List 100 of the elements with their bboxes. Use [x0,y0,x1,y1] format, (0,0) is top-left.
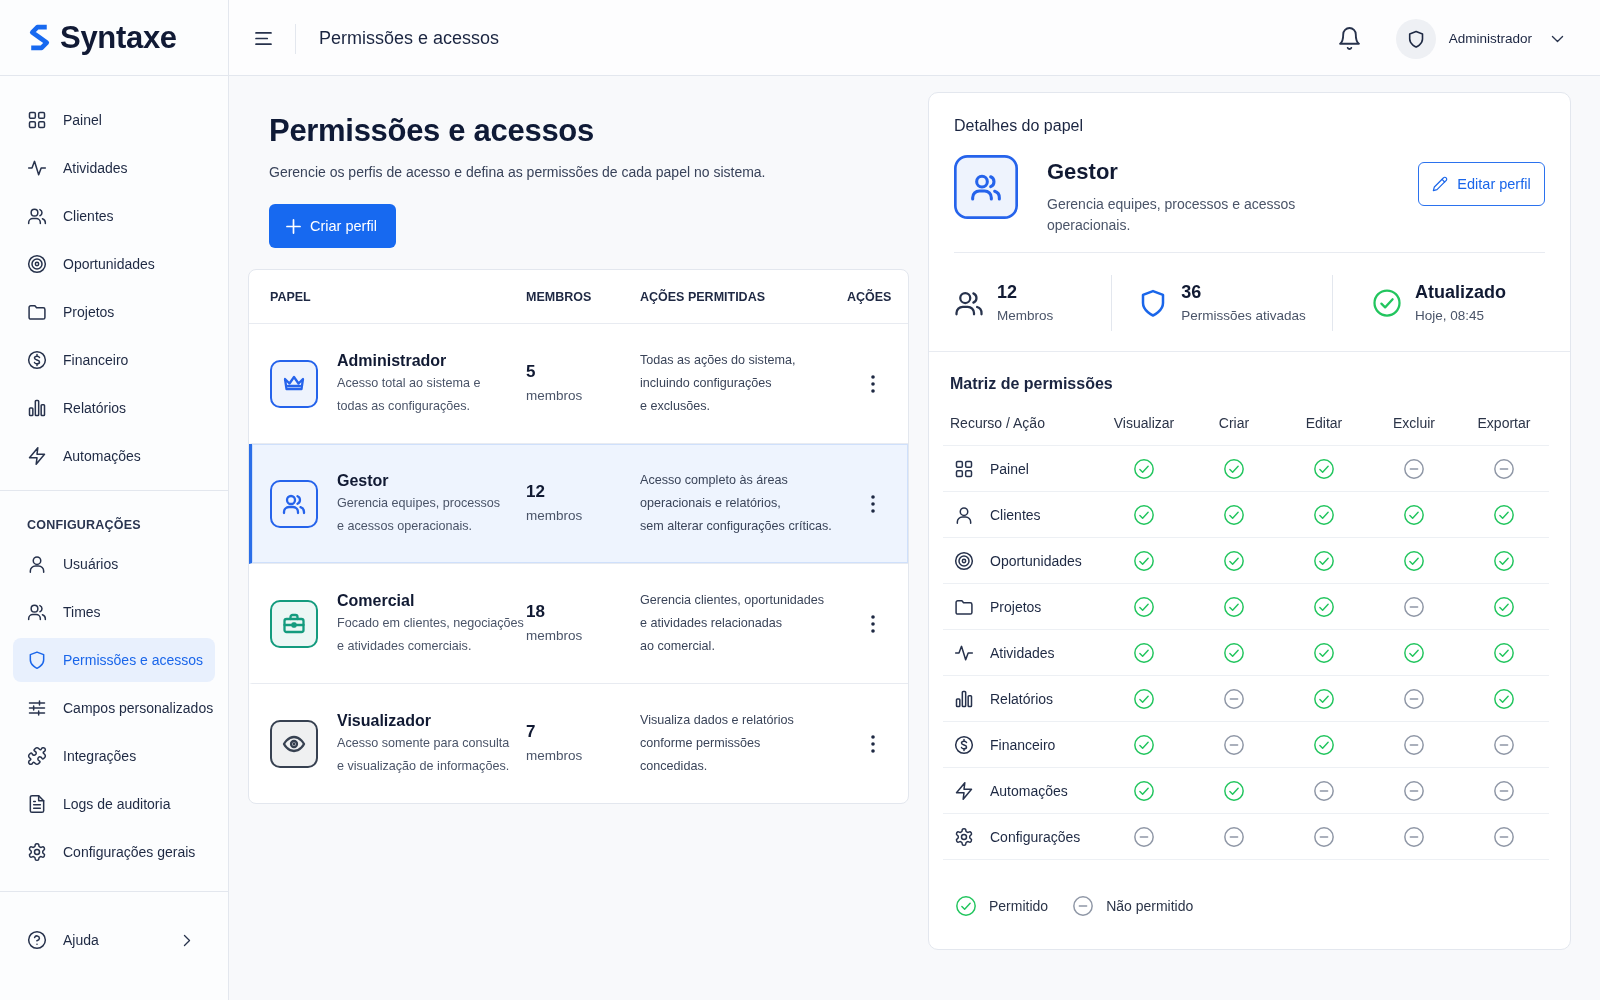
members-label: membros [526,627,583,645]
more-options-icon[interactable] [871,734,875,753]
resource-name: Relatórios [990,690,1054,707]
user-icon [27,554,47,574]
user-icon [954,504,974,525]
sidebar-item[interactable]: Campos personalizados [13,686,215,730]
column-header: Visualizar [1113,414,1175,431]
role-row[interactable]: Gestor Gerencia equipes, processos e acessos operacionais. 12 membros Acesso completo às áreas operacionais e relatórios, sem alterar configurações críticas. [249,444,908,564]
sidebar-item[interactable]: Relatórios [13,386,215,430]
sidebar-item[interactable]: Times [13,590,215,634]
help-icon [27,930,47,950]
members-label: membros [526,387,583,405]
member-count: 12 [526,481,545,503]
sidebar-item[interactable]: Configurações gerais [13,830,215,874]
members-label: membros [526,507,583,525]
column-header: AÇÕES [847,289,892,304]
column-header: Criar [1218,414,1250,431]
role-row[interactable]: Comercial Focado em clientes, negociações e atividades comerciais. 18 membros Gerencia clientes, oportunidades e atividades relacionadas ao comercial. [249,564,908,684]
sidebar-item[interactable]: Automações [13,434,215,478]
users-icon [27,206,47,226]
role-name: Administrador [337,350,447,371]
target-icon [954,550,974,571]
allowed-actions: Acesso completo às áreas operacionais e relatórios, sem alterar configurações críticas. [640,472,832,535]
resource-name: Clientes [990,506,1041,523]
stat-value: 12 [997,281,1018,304]
plus-icon [286,218,301,234]
logo-icon [27,23,52,52]
column-header: Exportar [1477,414,1531,431]
dollar-icon [954,734,974,755]
menu-icon[interactable] [254,31,273,46]
role-description: Acesso total ao sistema e todas as configurações. [337,374,481,415]
topbar-title: Permissões e acessos [319,28,500,49]
column-header: Recurso / Ação [950,414,1045,431]
role-name: Comercial [337,590,415,611]
page-subtitle: Gerencie os perfis de acesso e defina as permissões de cada papel no sistema. [269,163,766,182]
sidebar-item[interactable]: Clientes [13,194,215,238]
sidebar-item[interactable]: Painel [13,98,215,142]
sliders-icon [27,698,47,718]
member-count: 7 [526,721,536,743]
resource-name: Configurações [990,828,1081,845]
bar-chart-icon [27,398,47,418]
stat-label: Permissões ativadas [1181,307,1306,325]
shield-avatar-icon[interactable] [1395,18,1436,59]
edit-profile-button[interactable]: Editar perfil [1418,162,1545,206]
lightning-icon [27,446,47,466]
grid-icon [954,458,974,479]
pencil-icon [1432,176,1449,192]
target-icon [27,254,47,274]
check-circle-icon [1372,288,1402,318]
puzzle-icon [27,746,47,766]
sidebar-item[interactable]: Financeiro [13,338,215,382]
role-description: Acesso somente para consulta e visualização de informações. [337,734,510,775]
bell-icon[interactable] [1338,27,1360,50]
sidebar-item[interactable]: Projetos [13,290,215,334]
sidebar-item[interactable]: Atividades [13,146,215,190]
users-icon [27,602,47,622]
panel-title: Detalhes do papel [954,116,1083,136]
role-name: Gestor [337,470,389,491]
folder-icon [27,302,47,322]
resource-name: Projetos [990,598,1042,615]
lightning-icon [954,780,974,801]
users-icon [954,155,1018,219]
bar-chart-icon [954,688,974,709]
more-options-icon[interactable] [871,374,875,393]
resource-name: Painel [990,460,1029,477]
stat-label: Membros [997,307,1054,325]
members-label: membros [526,747,583,765]
create-profile-button[interactable]: Criar perfil [269,204,396,248]
column-header: AÇÕES PERMITIDAS [640,289,765,304]
stat-value: 36 [1181,281,1202,304]
role-description: Focado em clientes, negociações e atividades comerciais. [337,614,524,655]
resource-name: Oportunidades [990,552,1082,569]
sidebar-item[interactable]: Oportunidades [13,242,215,286]
more-options-icon[interactable] [871,494,875,513]
shield-icon [27,650,47,670]
page-title: Permissões e acessos [269,113,594,149]
sidebar-item[interactable]: Integrações [13,734,215,778]
user-menu-button[interactable]: Administrador [1395,18,1564,59]
resource-name: Financeiro [990,736,1056,753]
sidebar-item[interactable]: Logs de auditoria [13,782,215,826]
section-title: Matriz de permissões [950,374,1113,394]
pulse-icon [27,158,47,178]
more-options-icon[interactable] [871,614,875,633]
stat-label: Hoje, 08:45 [1415,307,1485,325]
sidebar-item[interactable]: Usuários [13,542,215,586]
settings-icon [27,842,47,862]
settings-icon [954,826,974,847]
legend-label: Não permitido [1106,898,1194,914]
member-count: 5 [526,361,536,383]
allowed-actions: Gerencia clientes, oportunidades e atividades relacionadas ao comercial. [640,592,825,655]
role-description: Gerencia equipes, processos e acessos operacionais. [1047,195,1296,235]
resource-name: Atividades [990,644,1055,661]
grid-icon [27,110,47,130]
help-link[interactable]: Ajuda [13,918,215,962]
sidebar-item[interactable]: Permissões e acessos [13,638,215,682]
section-label: CONFIGURAÇÕES [27,518,141,533]
allowed-actions: Todas as ações do sistema, incluindo configurações e exclusões. [640,352,796,415]
stat-value: Atualizado [1415,281,1506,304]
role-row[interactable]: Visualizador Acesso somente para consulta e visualização de informações. 7 membros Visualiza dados e relatórios conforme permissões concedidas. [249,684,908,803]
role-description: Gerencia equipes, processos e acessos operacionais. [337,494,501,535]
